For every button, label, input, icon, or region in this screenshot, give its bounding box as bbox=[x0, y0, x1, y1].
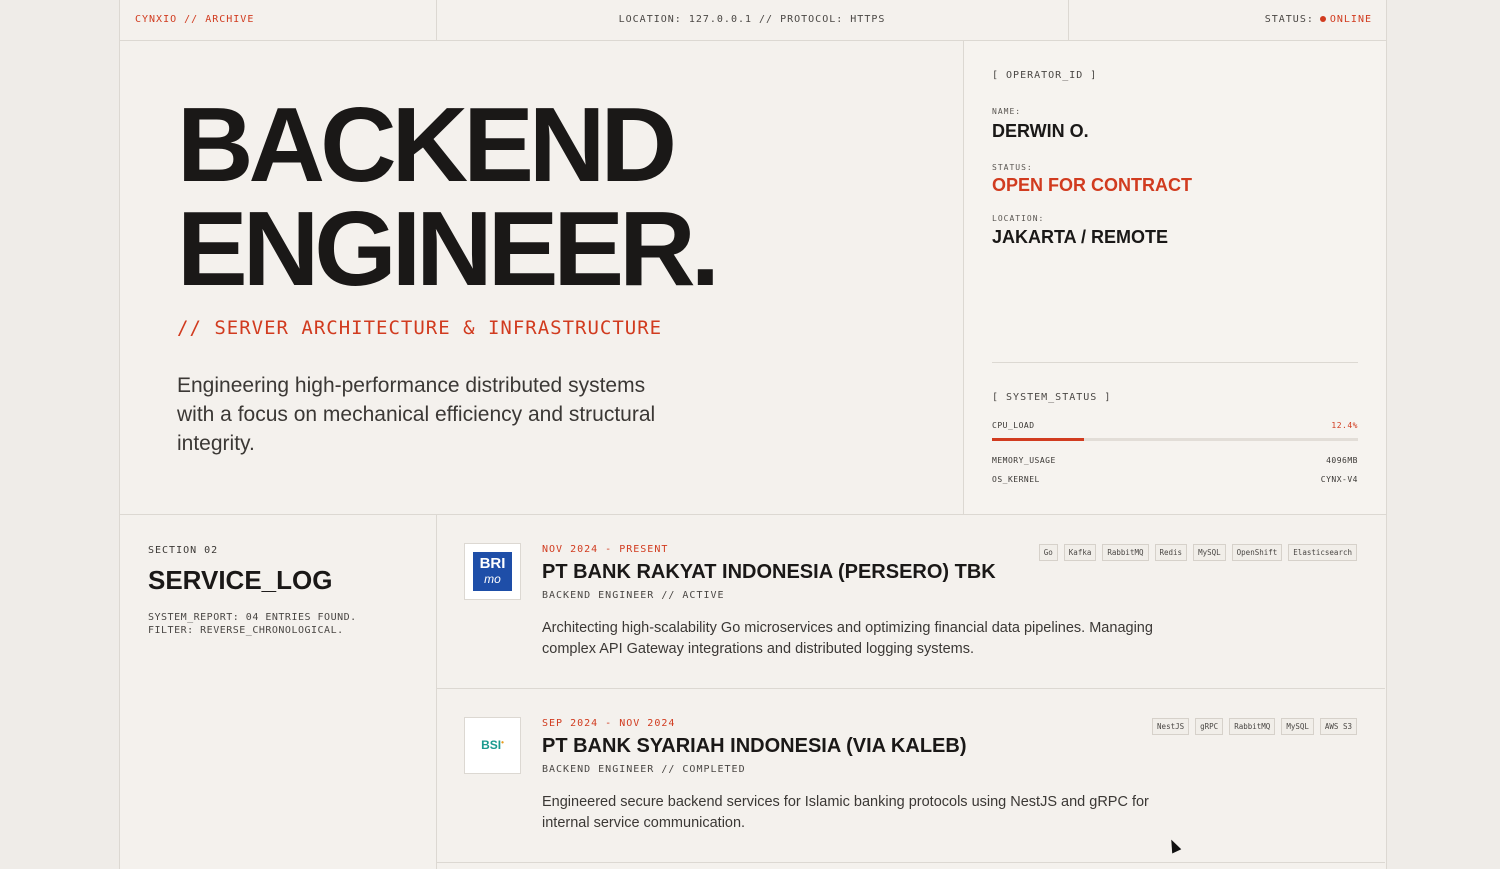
entry-company: PT BANK RAKYAT INDONESIA (PERSERO) TBK bbox=[542, 561, 996, 583]
log-entry[interactable]: BSI• SEP 2024 - NOV 2024 PT BANK SYARIAH… bbox=[436, 689, 1385, 863]
hero-section: BACKEND ENGINEER. // SERVER ARCHITECTURE… bbox=[120, 41, 963, 515]
tech-tag: RabbitMQ bbox=[1102, 544, 1149, 561]
entry-description: Architecting high-scalability Go microse… bbox=[542, 620, 1153, 657]
cpu-value: 12.4% bbox=[1331, 421, 1358, 430]
system-report: SYSTEM_REPORT: 04 ENTRIES FOUND. FILTER:… bbox=[148, 611, 357, 637]
service-log-sidebar: SECTION 02 SERVICE_LOG SYSTEM_REPORT: 04… bbox=[120, 515, 437, 869]
service-log-title: SERVICE_LOG bbox=[148, 565, 333, 595]
tech-tags: NestJS gRPC RabbitMQ MySQL AWS S3 bbox=[1152, 718, 1357, 735]
system-heading: [ SYSTEM_STATUS ] bbox=[992, 392, 1112, 403]
location-text: LOCATION: 127.0.0.1 // PROTOCOL: HTTPS bbox=[618, 14, 886, 25]
tech-tag: OpenShift bbox=[1231, 544, 1283, 561]
tech-tag: RabbitMQ bbox=[1229, 718, 1276, 735]
status-dot-icon bbox=[1319, 15, 1326, 22]
tech-tag: Redis bbox=[1154, 544, 1188, 561]
operator-status: OPEN FOR CONTRACT bbox=[992, 175, 1192, 195]
operator-name: DERWIN O. bbox=[992, 121, 1089, 141]
brand-link[interactable]: CYNXIO // ARCHIVE bbox=[135, 14, 254, 25]
page-frame: CYNXIO // ARCHIVE LOCATION: 127.0.0.1 //… bbox=[119, 0, 1387, 869]
cpu-bar bbox=[992, 438, 1358, 441]
report-line-2: FILTER: REVERSE_CHRONOLOGICAL. bbox=[148, 625, 344, 636]
hero-description: Engineering high-performance distributed… bbox=[177, 374, 656, 455]
company-logo: BSI• bbox=[464, 717, 521, 774]
entry-date: SEP 2024 - NOV 2024 bbox=[542, 718, 676, 729]
logo-text-bottom: mo bbox=[484, 572, 501, 586]
kernel-label: OS_KERNEL bbox=[992, 475, 1040, 484]
kernel-value: CYNX-V4 bbox=[1320, 475, 1358, 484]
panel-divider bbox=[992, 362, 1358, 363]
entry-company: PT BANK SYARIAH INDONESIA (VIA KALEB) bbox=[542, 735, 967, 757]
memory-value: 4096MB bbox=[1326, 456, 1358, 465]
bsi-logo-icon: BSI• bbox=[481, 738, 504, 752]
operator-heading: [ OPERATOR_ID ] bbox=[992, 70, 1098, 81]
tech-tag: AWS S3 bbox=[1319, 718, 1357, 735]
tech-tag: NestJS bbox=[1152, 718, 1190, 735]
hero-title-line2: ENGINEER. bbox=[177, 190, 720, 308]
tech-tag: Go bbox=[1038, 544, 1058, 561]
location-cell: LOCATION: 127.0.0.1 // PROTOCOL: HTTPS bbox=[436, 0, 1069, 40]
status-label: STATUS: bbox=[1264, 14, 1314, 25]
cpu-label: CPU_LOAD bbox=[992, 421, 1035, 430]
company-logo: BRI mo bbox=[464, 543, 521, 600]
hero-title-line1: BACKEND bbox=[177, 86, 677, 204]
status-cell: STATUS: ONLINE bbox=[1265, 14, 1372, 25]
status-label: STATUS: bbox=[992, 163, 1033, 172]
section-number: SECTION 02 bbox=[148, 545, 219, 556]
logo-text: BSI bbox=[481, 738, 502, 752]
tech-tag: Kafka bbox=[1063, 544, 1097, 561]
log-entry[interactable]: BRI mo NOV 2024 - PRESENT PT BANK RAKYAT… bbox=[436, 515, 1385, 689]
tech-tags: Go Kafka RabbitMQ Redis MySQL OpenShift … bbox=[1038, 544, 1357, 561]
entry-description: Engineered secure backend services for I… bbox=[542, 794, 1149, 831]
cpu-bar-fill bbox=[992, 438, 1084, 441]
cpu-row: CPU_LOAD 12.4% bbox=[992, 421, 1358, 430]
top-bar: CYNXIO // ARCHIVE LOCATION: 127.0.0.1 //… bbox=[120, 0, 1386, 41]
location-label: LOCATION: bbox=[992, 214, 1045, 223]
tech-tag: MySQL bbox=[1193, 544, 1226, 561]
entry-role: BACKEND ENGINEER // COMPLETED bbox=[542, 764, 746, 775]
logo-text-top: BRI bbox=[479, 555, 506, 572]
hero-subtitle: // SERVER ARCHITECTURE & INFRASTRUCTURE bbox=[177, 317, 663, 339]
memory-label: MEMORY_USAGE bbox=[992, 456, 1056, 465]
status-value: ONLINE bbox=[1329, 14, 1372, 25]
kernel-row: OS_KERNEL CYNX-V4 bbox=[992, 475, 1358, 484]
bri-logo-icon: BRI mo bbox=[473, 552, 512, 591]
tech-tag: MySQL bbox=[1281, 718, 1314, 735]
entry-role: BACKEND ENGINEER // ACTIVE bbox=[542, 590, 725, 601]
operator-panel: [ OPERATOR_ID ] NAME: DERWIN O. STATUS: … bbox=[963, 41, 1386, 515]
memory-row: MEMORY_USAGE 4096MB bbox=[992, 456, 1358, 465]
brand-cell: CYNXIO // ARCHIVE bbox=[120, 0, 437, 40]
tech-tag: Elasticsearch bbox=[1288, 544, 1357, 561]
tech-tag: gRPC bbox=[1195, 718, 1224, 735]
name-label: NAME: bbox=[992, 107, 1022, 116]
report-line-1: SYSTEM_REPORT: 04 ENTRIES FOUND. bbox=[148, 612, 357, 623]
hero-title: BACKEND ENGINEER. bbox=[177, 86, 720, 308]
operator-location: JAKARTA / REMOTE bbox=[992, 227, 1169, 247]
entry-date: NOV 2024 - PRESENT bbox=[542, 544, 669, 555]
